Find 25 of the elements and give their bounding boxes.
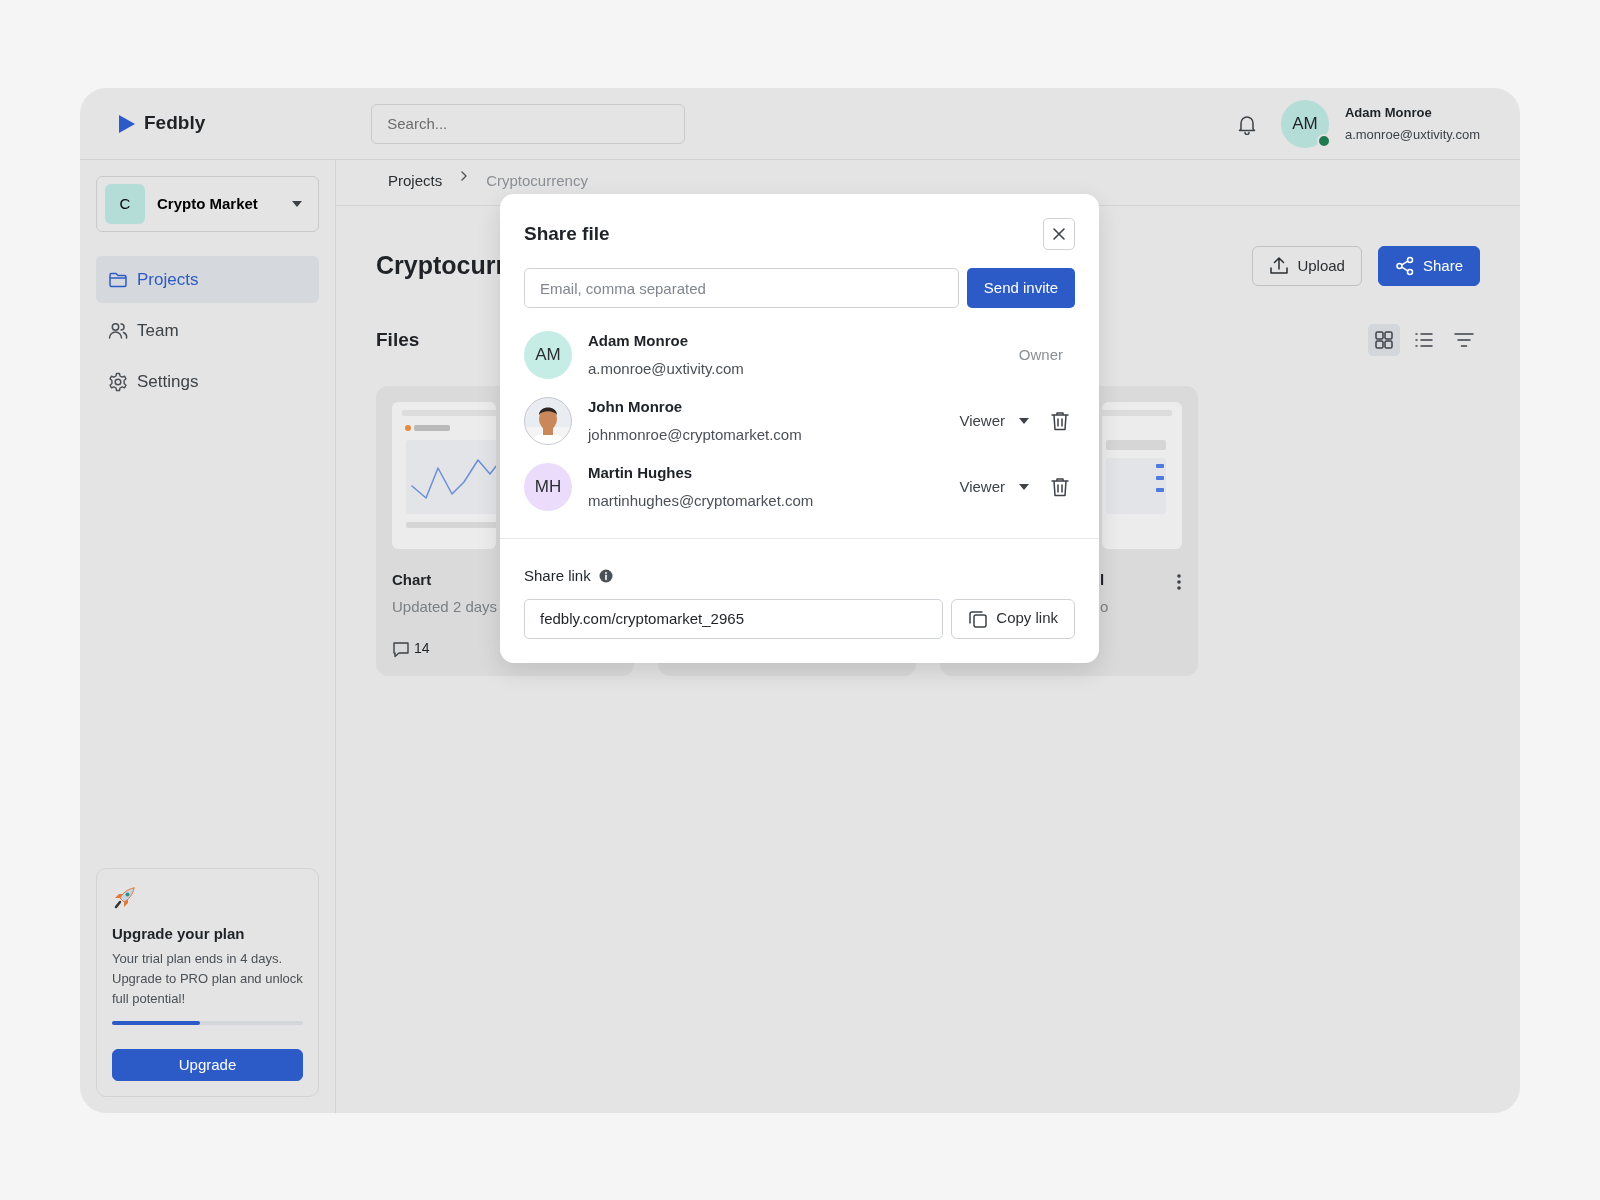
page-title: Cryptocurr	[376, 250, 506, 282]
member-name: Adam Monroe	[588, 330, 689, 351]
member-name: John Monroe	[588, 396, 684, 417]
file-title: l	[1100, 570, 1105, 590]
file-updated: o	[1100, 596, 1109, 617]
member-email: johnmonroe@cryptomarket.com	[588, 425, 803, 445]
comment-count: 14	[414, 639, 430, 658]
role-label: Owner	[1018, 344, 1063, 365]
workspace-name: Crypto Market	[157, 193, 259, 214]
member-email: a.monroe@uxtivity.com	[588, 359, 745, 379]
member-avatar: MH	[524, 463, 572, 511]
dialog-title: Share file	[524, 221, 611, 246]
upgrade-text: Your trial plan ends in 4 days. Upgrade to PRO plan and unlock full potential!	[112, 950, 303, 1008]
upgrade-title: Upgrade your plan	[112, 923, 246, 944]
section-title: Files	[376, 327, 420, 352]
member-name: Martin Hughes	[588, 462, 694, 483]
workspace-initial: C	[105, 184, 145, 224]
share-link-label: Share link	[524, 566, 591, 586]
user-email: a.monroe@uxtivity.com	[1344, 125, 1480, 144]
member-avatar: AM	[524, 331, 572, 379]
member-email: martinhughes@cryptomarket.com	[588, 491, 815, 511]
file-updated: Updated 2 days	[392, 596, 498, 617]
logo-text: Fedbly	[144, 111, 206, 136]
user-name: Adam Monroe	[1344, 104, 1433, 122]
file-title: Chart	[392, 570, 432, 590]
